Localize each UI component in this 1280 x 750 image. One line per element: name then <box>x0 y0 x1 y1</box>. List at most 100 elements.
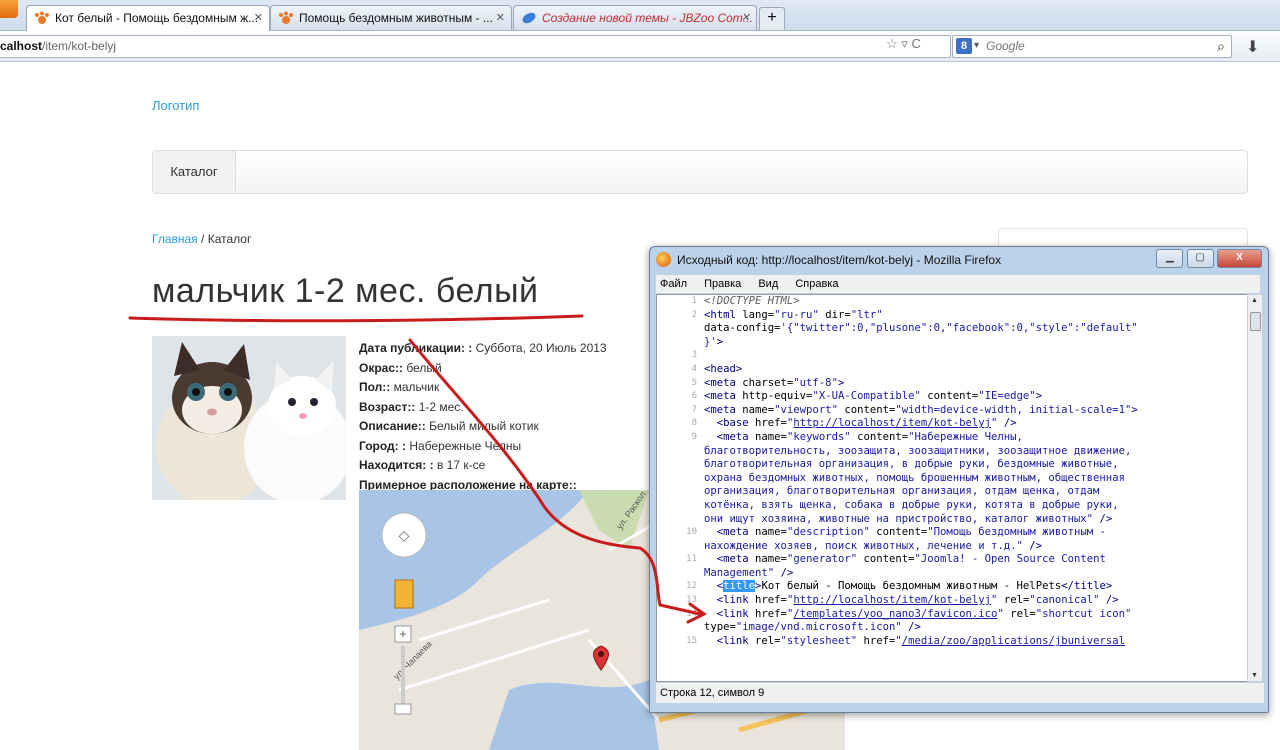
line-text: <meta name="description" content="Помощь… <box>716 526 1106 539</box>
line-number: 6 <box>691 391 697 402</box>
line-text: благотворительная организация, в добрые … <box>704 458 1119 471</box>
status-bar: Строка 12, символ 9 <box>656 683 1264 703</box>
line-text: type="image/vnd.microsoft.icon" /> <box>704 621 921 634</box>
url-bar-icons: ☆ ▿ C <box>886 36 921 52</box>
menu-item-catalog[interactable]: Каталог <box>153 151 236 193</box>
line-number: 4 <box>691 363 697 374</box>
source-line: 15 <link rel="stylesheet" href="/media/z… <box>657 635 1247 649</box>
line-text: <meta charset="utf-8"> <box>704 376 845 389</box>
google-engine-icon[interactable]: 8 <box>956 38 972 54</box>
line-number: 5 <box>691 377 697 388</box>
field-city: Город: : Набережные Челны <box>359 438 522 453</box>
line-text: нахождение хозяев, поиск животных, лечен… <box>704 539 1043 552</box>
field-description: Описание:: Белый милый котик <box>359 419 539 433</box>
site-logo[interactable]: Логотип <box>152 98 199 113</box>
breadcrumb-current: Каталог <box>207 232 252 246</box>
jbzoo-favicon-icon <box>521 11 537 25</box>
source-line: 2 <html lang="ru-ru" dir="ltr" <box>657 309 1247 323</box>
vertical-scrollbar[interactable]: ▲ ▼ <box>1247 294 1263 682</box>
line-text: <!DOCTYPE HTML> <box>704 295 800 307</box>
field-age: Возраст:: 1-2 мес. <box>359 399 464 414</box>
line-number: 11 <box>686 554 697 565</box>
field-location: Находится: : в 17 к-се <box>359 458 486 472</box>
line-number: 7 <box>691 404 697 415</box>
scroll-down-icon[interactable]: ▼ <box>1251 672 1258 679</box>
firefox-menu-button[interactable] <box>0 0 18 18</box>
source-line: Management" /> <box>657 567 1247 581</box>
history-dropdown-icon[interactable]: ▿ <box>901 36 908 51</box>
line-text: <head> <box>704 362 743 375</box>
line-text: <meta name="keywords" content="Набережны… <box>716 430 1023 443</box>
url-bar[interactable]: calhost/item/kot-belyj <box>0 35 951 58</box>
tab-title: Помощь бездомным животным - ... <box>299 11 493 25</box>
line-text: <base href="http://localhost/item/kot-be… <box>716 417 1017 430</box>
line-text: <link href="http://localhost/item/kot-be… <box>716 594 1119 607</box>
engine-dropdown-icon[interactable]: ▾ <box>974 36 979 56</box>
line-number: 14 <box>686 608 697 619</box>
source-line: data-config='{"twitter":0,"plusone":0,"f… <box>657 322 1247 336</box>
line-text: <meta name="viewport" content="width=dev… <box>704 403 1138 416</box>
source-line: нахождение хозяев, поиск животных, лечен… <box>657 540 1247 554</box>
source-line: 6 <meta http-equiv="X-UA-Compatible" cont… <box>657 390 1247 404</box>
search-bar[interactable]: 8 ▾ Google ⌕ <box>952 35 1232 58</box>
page-title: мальчик 1-2 мес. белый <box>152 272 539 310</box>
close-window-button[interactable]: X <box>1217 249 1262 268</box>
line-text: благотворительность, зоозащита, зоозащит… <box>704 444 1132 457</box>
line-number: 10 <box>686 527 697 538</box>
new-tab-button[interactable]: + <box>759 7 785 30</box>
window-menu-bar: Файл Правка Вид Справка <box>656 275 1260 293</box>
close-tab-icon[interactable]: ✕ <box>741 11 750 24</box>
tab-kot-belyj[interactable]: Кот белый - Помощь бездомным ж... ✕ <box>26 5 270 31</box>
line-text: <meta http-equiv="X-UA-Compatible" conte… <box>704 390 1043 403</box>
bookmark-star-icon[interactable]: ☆ <box>886 36 898 51</box>
source-line: 14 <link href="/templates/yoo_nano3/favi… <box>657 608 1247 622</box>
source-line: 3 <box>657 349 1247 363</box>
tab-pomosch[interactable]: Помощь бездомным животным - ... ✕ <box>270 5 512 30</box>
source-line: они ищут хозяина, животные на пристройст… <box>657 513 1247 527</box>
menu-view[interactable]: Вид <box>754 278 778 290</box>
line-number: 15 <box>686 635 697 646</box>
breadcrumb: Главная / Каталог <box>152 232 251 246</box>
menu-edit[interactable]: Правка <box>700 278 741 290</box>
paw-favicon-icon <box>278 11 294 25</box>
source-line: охрана бездомных животных, помощь брошен… <box>657 472 1247 486</box>
scroll-thumb[interactable] <box>1250 312 1261 331</box>
menu-file[interactable]: Файл <box>656 278 687 290</box>
download-icon[interactable]: ⬇ <box>1246 37 1259 57</box>
line-number: 3 <box>691 350 697 361</box>
source-line: котёнка, взять щенка, собака в добрые ру… <box>657 499 1247 513</box>
source-line: 4 <head> <box>657 363 1247 377</box>
search-icon[interactable]: ⌕ <box>1217 36 1225 56</box>
source-code-view[interactable]: 1 <!DOCTYPE HTML> 2 <html lang="ru-ru" dir=… <box>656 294 1248 682</box>
line-text: они ищут хозяина, животные на пристройст… <box>704 512 1113 525</box>
firefox-icon <box>656 252 671 267</box>
source-line: 1 <!DOCTYPE HTML> <box>657 295 1247 309</box>
minimize-button[interactable]: ▁ <box>1156 249 1184 268</box>
line-text: <html lang="ru-ru" dir="ltr" <box>704 308 883 321</box>
paw-favicon-icon <box>34 11 50 25</box>
view-source-window: Исходный код: http://localhost/item/kot-… <box>649 246 1269 713</box>
line-number: 8 <box>691 418 697 429</box>
source-line: 11 <meta name="generator" content="Jooml… <box>657 553 1247 567</box>
source-line: 9 <meta name="keywords" content="Набереж… <box>657 431 1247 445</box>
reload-icon[interactable]: C <box>911 36 920 51</box>
close-tab-icon[interactable]: ✕ <box>496 11 505 24</box>
source-line: благотворительная организация, в добрые … <box>657 458 1247 472</box>
source-line: 10 <meta name="description" content="Пом… <box>657 526 1247 540</box>
line-number: 9 <box>691 431 697 442</box>
browser-tab-bar: Кот белый - Помощь бездомным ж... ✕ Помо… <box>0 0 1280 31</box>
main-menu: Каталог <box>152 150 1248 194</box>
close-tab-icon[interactable]: ✕ <box>254 11 263 24</box>
line-text: }'> <box>704 335 724 348</box>
source-line: }'> <box>657 336 1247 350</box>
breadcrumb-home[interactable]: Главная <box>152 232 198 246</box>
maximize-button[interactable]: ▢ <box>1186 249 1214 268</box>
source-line: 5 <meta charset="utf-8"> <box>657 377 1247 391</box>
window-title-bar: Исходный код: http://localhost/item/kot-… <box>650 247 1268 273</box>
item-fields: Дата публикации: : Суббота, 20 Июль 2013… <box>359 339 607 495</box>
scroll-up-icon[interactable]: ▲ <box>1251 297 1258 304</box>
tab-jbzoo[interactable]: Создание новой темы - JBZoo Com... ✕ <box>513 5 757 30</box>
menu-help[interactable]: Справка <box>791 278 838 290</box>
line-text: <link rel="stylesheet" href="/media/zoo/… <box>716 634 1125 647</box>
svg-text:◇: ◇ <box>399 527 410 543</box>
